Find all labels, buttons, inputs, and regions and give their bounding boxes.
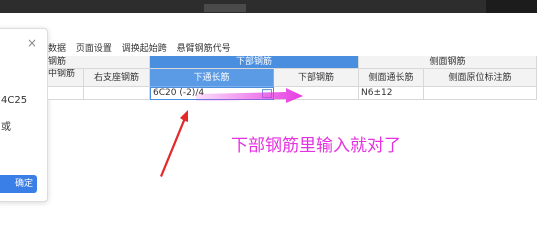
red-arrow-icon xyxy=(160,110,188,177)
annotation-text: 下部钢筋里输入就对了 xyxy=(231,136,401,156)
annotation-overlay xyxy=(160,88,303,177)
magenta-arrow-icon xyxy=(196,88,303,103)
